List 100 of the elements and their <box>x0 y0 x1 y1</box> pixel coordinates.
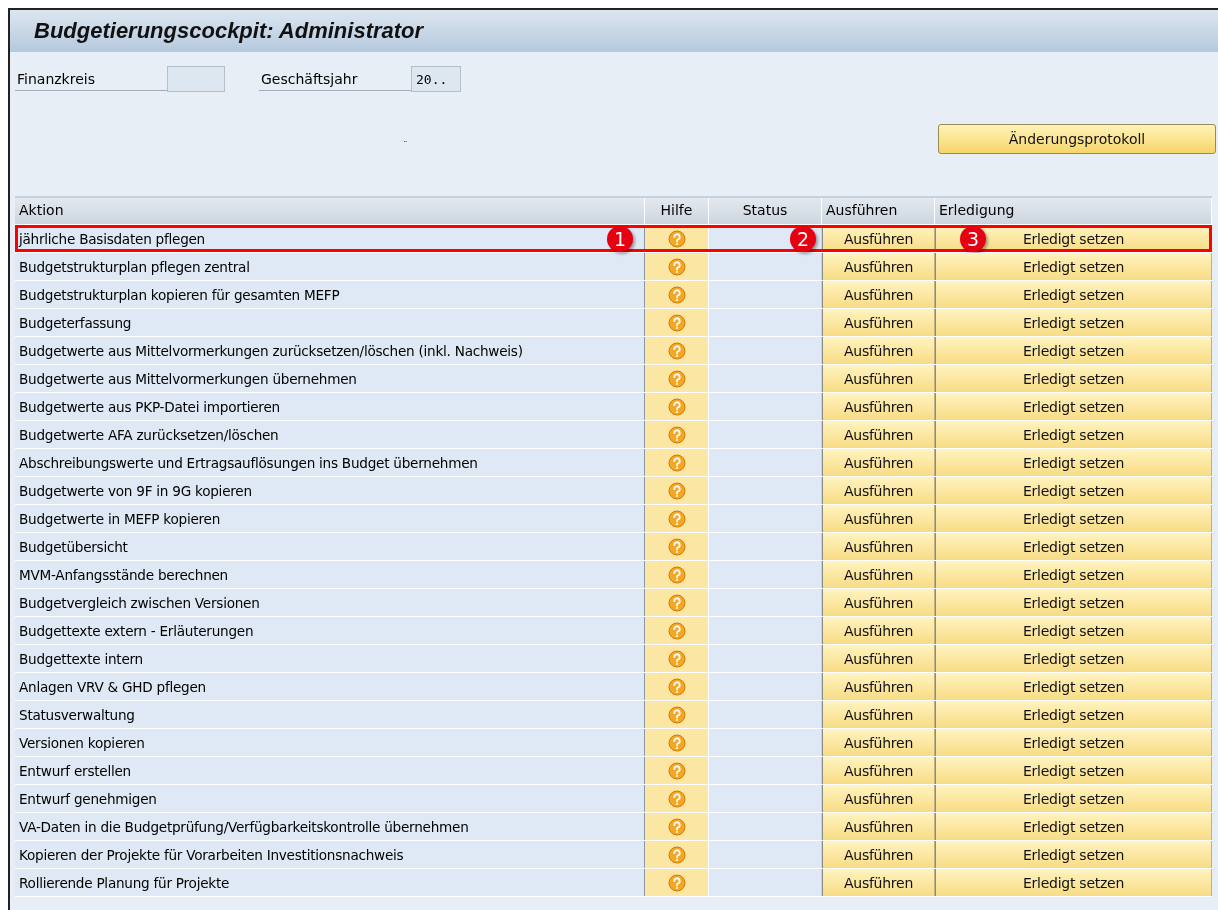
mark-done-button[interactable]: Erledigt setzen <box>935 813 1212 840</box>
run-button[interactable]: Ausführen <box>822 281 935 308</box>
help-icon <box>667 873 686 892</box>
help-button[interactable] <box>645 337 709 364</box>
run-button[interactable]: Ausführen <box>822 645 935 672</box>
run-button[interactable]: Ausführen <box>822 673 935 700</box>
help-button[interactable] <box>645 421 709 448</box>
help-icon <box>667 285 686 304</box>
help-icon <box>667 705 686 724</box>
help-button[interactable] <box>645 841 709 868</box>
help-icon <box>667 817 686 836</box>
help-icon <box>667 649 686 668</box>
change-log-button[interactable]: Änderungsprotokoll <box>938 124 1216 154</box>
mark-done-button[interactable]: Erledigt setzen <box>935 729 1212 756</box>
help-button[interactable] <box>645 309 709 336</box>
mark-done-button[interactable]: Erledigt setzen <box>935 785 1212 812</box>
help-icon <box>667 621 686 640</box>
help-button[interactable] <box>645 505 709 532</box>
help-button[interactable] <box>645 561 709 588</box>
run-button[interactable]: Ausführen <box>822 365 935 392</box>
column-header: Erledigung <box>935 198 1212 224</box>
help-button[interactable] <box>645 869 709 896</box>
help-button[interactable] <box>645 393 709 420</box>
column-header: Hilfe <box>645 198 709 224</box>
mark-done-button[interactable]: Erledigt setzen <box>935 757 1212 784</box>
mark-done-button[interactable]: Erledigt setzen <box>935 253 1212 280</box>
run-button[interactable]: Ausführen <box>822 505 935 532</box>
input-field[interactable] <box>167 66 225 92</box>
run-button[interactable]: Ausführen <box>822 729 935 756</box>
run-button[interactable]: Ausführen <box>822 617 935 644</box>
run-button[interactable]: Ausführen <box>822 477 935 504</box>
run-button[interactable]: Ausführen <box>822 253 935 280</box>
help-icon <box>667 565 686 584</box>
callout-number: 2 <box>790 226 816 252</box>
run-button[interactable]: Ausführen <box>822 393 935 420</box>
help-button[interactable] <box>645 449 709 476</box>
run-button[interactable]: Ausführen <box>822 757 935 784</box>
help-icon <box>667 425 686 444</box>
run-button[interactable]: Ausführen <box>822 841 935 868</box>
help-button[interactable] <box>645 701 709 728</box>
help-button[interactable] <box>645 673 709 700</box>
help-icon <box>667 341 686 360</box>
input-field[interactable]: 20.. <box>411 66 461 92</box>
run-button[interactable]: Ausführen <box>822 449 935 476</box>
help-icon <box>667 453 686 472</box>
help-icon <box>667 845 686 864</box>
run-button[interactable]: Ausführen <box>822 533 935 560</box>
mark-done-button[interactable]: Erledigt setzen <box>935 365 1212 392</box>
run-button[interactable]: Ausführen <box>822 337 935 364</box>
help-button[interactable] <box>645 589 709 616</box>
run-button[interactable]: Ausführen <box>822 869 935 896</box>
window-title: Budgetierungscockpit: Administrator <box>34 18 424 44</box>
mark-done-button[interactable]: Erledigt setzen <box>935 533 1212 560</box>
mark-done-button[interactable]: Erledigt setzen <box>935 645 1212 672</box>
mark-done-button[interactable]: Erledigt setzen <box>935 393 1212 420</box>
run-button[interactable]: Ausführen <box>822 813 935 840</box>
help-button[interactable] <box>645 281 709 308</box>
help-icon <box>667 397 686 416</box>
help-icon <box>667 733 686 752</box>
mark-done-button[interactable]: Erledigt setzen <box>935 281 1212 308</box>
mark-text: ¨ <box>403 140 408 150</box>
help-icon <box>667 313 686 332</box>
mark-done-button[interactable]: Erledigt setzen <box>935 477 1212 504</box>
run-button[interactable]: Ausführen <box>822 421 935 448</box>
run-button[interactable]: Ausführen <box>822 589 935 616</box>
help-icon <box>667 789 686 808</box>
help-icon <box>667 593 686 612</box>
help-button[interactable] <box>645 757 709 784</box>
mark-done-button[interactable]: Erledigt setzen <box>935 421 1212 448</box>
mark-done-button[interactable]: Erledigt setzen <box>935 589 1212 616</box>
callout-number: 1 <box>607 226 633 252</box>
help-button[interactable] <box>645 729 709 756</box>
help-button[interactable] <box>645 477 709 504</box>
run-button[interactable]: Ausführen <box>822 701 935 728</box>
mark-done-button[interactable]: Erledigt setzen <box>935 309 1212 336</box>
column-header: Status <box>709 198 822 224</box>
mark-done-button[interactable]: Erledigt setzen <box>935 337 1212 364</box>
help-button[interactable] <box>645 365 709 392</box>
mark-done-button[interactable]: Erledigt setzen <box>935 841 1212 868</box>
help-button[interactable] <box>645 785 709 812</box>
help-icon <box>667 537 686 556</box>
run-button[interactable]: Ausführen <box>822 785 935 812</box>
mark-done-button[interactable]: Erledigt setzen <box>935 673 1212 700</box>
mark-done-button[interactable]: Erledigt setzen <box>935 617 1212 644</box>
mark-done-button[interactable]: Erledigt setzen <box>935 505 1212 532</box>
run-button[interactable]: Ausführen <box>822 309 935 336</box>
help-button[interactable] <box>645 813 709 840</box>
help-icon <box>667 481 686 500</box>
mark-done-button[interactable]: Erledigt setzen <box>935 561 1212 588</box>
help-button[interactable] <box>645 617 709 644</box>
help-button[interactable] <box>645 253 709 280</box>
column-header: Ausführen <box>822 198 935 224</box>
help-button[interactable] <box>645 645 709 672</box>
help-icon <box>667 229 686 248</box>
run-button[interactable]: Ausführen <box>822 561 935 588</box>
mark-done-button[interactable]: Erledigt setzen <box>935 869 1212 896</box>
mark-done-button[interactable]: Erledigt setzen <box>935 701 1212 728</box>
help-button[interactable] <box>645 533 709 560</box>
mark-done-button[interactable]: Erledigt setzen <box>935 449 1212 476</box>
column-header: Aktion <box>15 198 645 224</box>
